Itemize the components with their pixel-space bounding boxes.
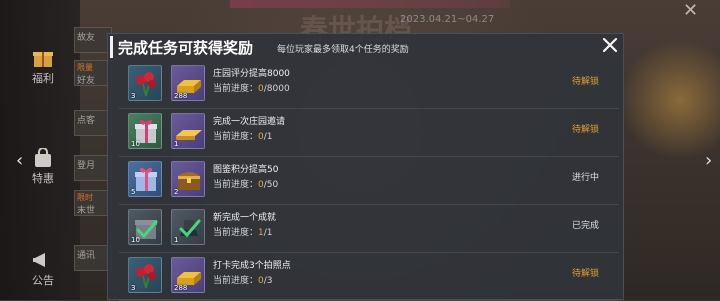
task-status: 进行中 — [571, 173, 599, 183]
task-progress: 当前进度：0/1 — [213, 129, 273, 142]
progress-target: /1 — [263, 228, 273, 238]
background-list-item-label: 末世 — [77, 206, 96, 216]
dialog-header: 完成任务可获得奖励 每位玩家最多领取4个任务的奖励 — [108, 34, 623, 60]
task-title: 图鉴积分提高50 — [213, 165, 279, 175]
reward-icons: 3 288 — [123, 65, 209, 105]
task-title: 打卡完成3个拍照点 — [213, 261, 291, 271]
background-list-badge: 限量 — [77, 63, 93, 72]
reward-count: 288 — [174, 284, 188, 292]
reward-item[interactable]: 1 — [171, 209, 205, 245]
reward-count: 1 — [174, 140, 179, 148]
progress-target: /3 — [263, 276, 273, 286]
task-list[interactable]: 3 288 庄园评分提高8000 当前进度：0/8000 待解锁 10 1 完成… — [119, 61, 619, 301]
dialog-subtitle: 每位玩家最多领取4个任务的奖励 — [277, 45, 409, 55]
reward-icons: 10 1 — [123, 113, 209, 153]
reward-count: 2 — [174, 188, 179, 196]
sidebar-item-deals[interactable]: 特惠 — [18, 148, 68, 186]
reward-icons: 10 1 — [123, 209, 209, 249]
reward-item[interactable]: 1 — [171, 113, 205, 149]
progress-target: /8000 — [263, 84, 290, 94]
task-status: 待解锁 — [571, 269, 599, 279]
reward-count: 3 — [131, 284, 136, 292]
reward-count: 1 — [174, 236, 179, 244]
reward-icons: 5 2 — [123, 161, 209, 201]
sidebar-item-label: 特惠 — [32, 172, 54, 185]
task-row: 10 1 完成一次庄园邀请 当前进度：0/1 待解锁 — [119, 109, 619, 157]
progress-label: 当前进度： — [213, 132, 259, 142]
event-date: 2023.04.21~04.27 — [400, 14, 495, 25]
background-list-item-label: 好友 — [77, 76, 96, 86]
progress-target: /50 — [263, 180, 279, 190]
task-status: 已完成 — [571, 221, 599, 231]
sidebar-item-label: 公告 — [32, 274, 54, 287]
task-row: 10 1 新完成一个成就 当前进度：1/1 已完成 — [119, 205, 619, 253]
task-status: 待解锁 — [571, 125, 599, 135]
progress-label: 当前进度： — [213, 276, 259, 286]
task-progress: 当前进度：0/8000 — [213, 81, 290, 94]
top-banner — [230, 0, 510, 8]
sidebar-item-welfare[interactable]: 福利 — [18, 48, 68, 86]
reward-item[interactable]: 2 — [171, 161, 205, 197]
background-close-icon[interactable]: ✕ — [683, 0, 698, 21]
task-rewards-dialog: 完成任务可获得奖励 每位玩家最多领取4个任务的奖励 3 288 庄园评分提高80… — [107, 33, 624, 301]
close-icon[interactable] — [601, 36, 619, 54]
reward-item[interactable]: 5 — [128, 161, 162, 197]
megaphone-icon — [33, 253, 45, 267]
reward-item[interactable]: 288 — [171, 65, 205, 101]
progress-label: 当前进度： — [213, 180, 259, 190]
task-title: 新完成一个成就 — [213, 213, 277, 223]
task-title: 庄园评分提高8000 — [213, 69, 290, 79]
background-list-badge: 限时 — [77, 193, 93, 202]
reward-item[interactable]: 288 — [171, 257, 205, 293]
reward-item[interactable]: 10 — [128, 113, 162, 149]
progress-label: 当前进度： — [213, 228, 259, 238]
task-progress: 当前进度：0/50 — [213, 177, 278, 190]
reward-item[interactable]: 10 — [128, 209, 162, 245]
reward-item[interactable]: 3 — [128, 65, 162, 101]
sidebar-item-notice[interactable]: 公告 — [18, 250, 68, 288]
bag-icon — [35, 148, 51, 167]
reward-count: 5 — [131, 188, 136, 196]
next-arrow-icon[interactable]: › — [705, 150, 712, 171]
reward-count: 10 — [131, 140, 140, 148]
dialog-title: 完成任务可获得奖励 — [118, 39, 254, 57]
task-row: 3 288 打卡完成3个拍照点 当前进度：0/3 待解锁 — [119, 253, 619, 301]
title-accent-bar — [110, 36, 113, 58]
task-status: 待解锁 — [571, 77, 599, 87]
task-row: 5 2 图鉴积分提高50 当前进度：0/50 进行中 — [119, 157, 619, 205]
task-progress: 当前进度：1/1 — [213, 225, 273, 238]
reward-item[interactable]: 3 — [128, 257, 162, 293]
progress-label: 当前进度： — [213, 84, 259, 94]
reward-count: 10 — [131, 236, 140, 244]
task-row: 3 288 庄园评分提高8000 当前进度：0/8000 待解锁 — [119, 61, 619, 109]
sidebar-item-label: 福利 — [32, 72, 54, 85]
prev-arrow-icon[interactable]: ‹ — [16, 150, 23, 171]
task-progress: 当前进度：0/3 — [213, 273, 273, 286]
reward-count: 3 — [131, 92, 136, 100]
reward-icons: 3 288 — [123, 257, 209, 297]
reward-count: 288 — [174, 92, 188, 100]
task-title: 完成一次庄园邀请 — [213, 117, 286, 127]
left-sidebar: 福利 特惠 公告 — [0, 0, 80, 300]
gift-icon — [33, 52, 53, 67]
progress-target: /1 — [263, 132, 273, 142]
